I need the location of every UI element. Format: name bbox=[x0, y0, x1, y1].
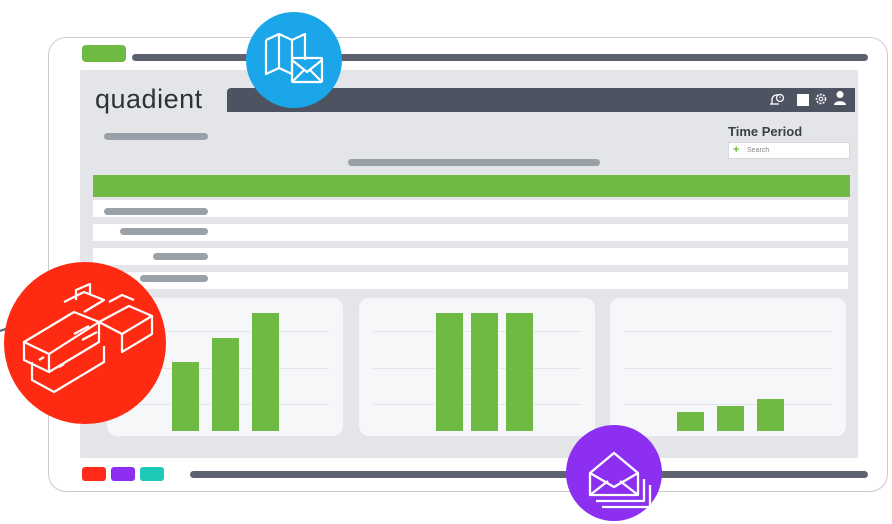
gridline bbox=[624, 331, 832, 332]
dock-purple-indicator bbox=[111, 467, 135, 481]
time-period-label: Time Period bbox=[728, 124, 803, 139]
gridline bbox=[624, 368, 832, 369]
gridline bbox=[624, 404, 832, 405]
dock-teal-indicator bbox=[140, 467, 164, 481]
table-header-bar bbox=[93, 175, 850, 197]
chart-bar bbox=[506, 313, 533, 431]
mailing-machine-icon bbox=[4, 262, 166, 424]
map-envelope-icon bbox=[246, 12, 342, 108]
row-label-placeholder bbox=[120, 228, 208, 235]
chart-bar bbox=[212, 338, 239, 431]
row-label-placeholder bbox=[104, 208, 208, 215]
chart-bar bbox=[471, 313, 498, 431]
subtitle-placeholder bbox=[348, 159, 600, 166]
square-icon[interactable] bbox=[797, 94, 809, 106]
dock-red-indicator bbox=[82, 467, 106, 481]
chart-bar bbox=[172, 362, 199, 431]
chart-bar bbox=[252, 313, 279, 431]
window-title-bar bbox=[132, 54, 868, 61]
dock-bar bbox=[190, 471, 868, 478]
time-period-search[interactable]: + Search bbox=[728, 142, 850, 159]
chart-bar bbox=[717, 406, 744, 431]
window-green-indicator bbox=[82, 45, 126, 62]
chart-card bbox=[359, 298, 595, 436]
row-label-placeholder bbox=[153, 253, 208, 260]
plus-icon: + bbox=[733, 144, 740, 156]
envelopes-stack-icon bbox=[566, 425, 662, 521]
bell-clock-icon[interactable] bbox=[768, 91, 786, 109]
search-placeholder: Search bbox=[747, 147, 770, 154]
chart-bar bbox=[757, 399, 784, 431]
chart-bar bbox=[436, 313, 463, 431]
chart-bar bbox=[677, 412, 704, 431]
gear-icon[interactable] bbox=[814, 92, 828, 106]
user-icon[interactable] bbox=[833, 90, 847, 106]
quadient-logo: quadient bbox=[95, 84, 203, 114]
page-title-placeholder bbox=[104, 133, 208, 140]
chart-card bbox=[610, 298, 846, 436]
